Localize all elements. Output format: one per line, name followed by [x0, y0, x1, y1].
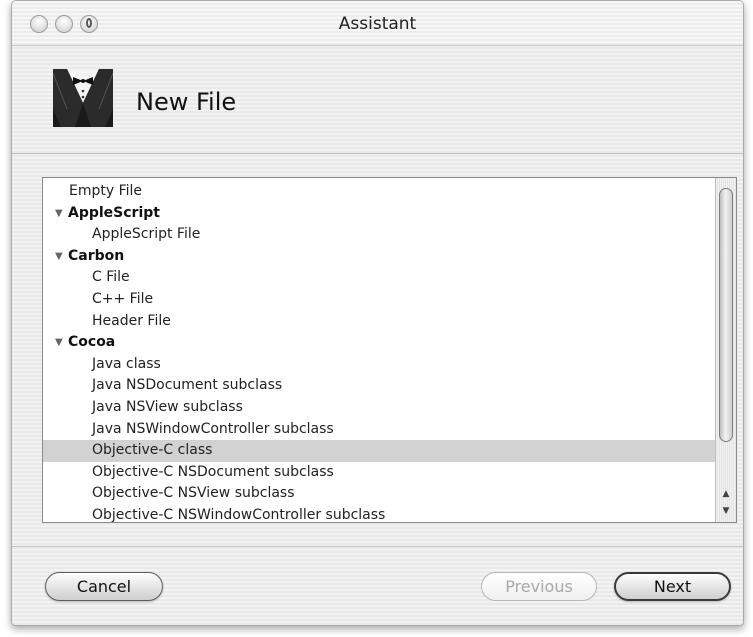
- vertical-scrollbar[interactable]: ▲ ▼: [715, 178, 736, 522]
- list-item-label: Java NSDocument subclass: [92, 377, 283, 394]
- list-item-label: Objective-C NSWindowController subclass: [92, 506, 386, 523]
- list-item-label: AppleScript File: [92, 226, 201, 243]
- assistant-header: New File: [12, 46, 743, 154]
- list-item-label: Carbon: [68, 247, 125, 264]
- list-item-label: C++ File: [92, 290, 154, 307]
- list-item-label: Java class: [92, 355, 161, 372]
- triangle-down-icon[interactable]: ▼: [55, 246, 68, 268]
- list-item[interactable]: Java NSDocument subclass: [43, 375, 715, 397]
- list-item-label: Cocoa: [68, 334, 116, 351]
- list-item[interactable]: Objective-C class: [43, 440, 715, 462]
- list-item-label: Objective-C NSDocument subclass: [92, 463, 334, 480]
- list-item[interactable]: Empty File: [43, 181, 715, 203]
- list-group-header[interactable]: ▼ Carbon: [43, 246, 715, 268]
- list-item-label: Java NSWindowController subclass: [92, 420, 334, 437]
- cancel-button[interactable]: Cancel: [45, 572, 163, 601]
- list-item-label: Java NSView subclass: [92, 398, 243, 415]
- list-item-label: Objective-C class: [92, 442, 213, 459]
- file-type-list[interactable]: Empty File ▼ AppleScript AppleScript File ▼ C…: [42, 177, 737, 523]
- list-item[interactable]: C File: [43, 267, 715, 289]
- list-item[interactable]: Objective-C NSView subclass: [43, 483, 715, 505]
- scroll-thumb[interactable]: [719, 188, 733, 442]
- title-bar[interactable]: Assistant: [12, 1, 743, 46]
- triangle-down-icon[interactable]: ▼: [55, 332, 68, 354]
- list-item-label: Header File: [92, 312, 171, 329]
- list-item[interactable]: C++ File: [43, 289, 715, 311]
- scroll-up-arrow-icon[interactable]: ▲: [717, 486, 735, 503]
- list-item-label: Empty File: [69, 183, 143, 199]
- list-item[interactable]: Objective-C NSDocument subclass: [43, 462, 715, 484]
- tuxedo-icon: [53, 69, 113, 127]
- list-group-header[interactable]: ▼ AppleScript: [43, 203, 715, 225]
- list-item[interactable]: AppleScript File: [43, 224, 715, 246]
- list-item-label: Objective-C NSView subclass: [92, 485, 295, 502]
- list-item[interactable]: Header File: [43, 311, 715, 333]
- previous-button[interactable]: Previous: [481, 572, 597, 601]
- file-type-list-rows: Empty File ▼ AppleScript AppleScript File ▼ C…: [43, 181, 715, 523]
- list-item-label: AppleScript: [68, 204, 160, 221]
- list-item[interactable]: Java class: [43, 354, 715, 376]
- footer-divider: [12, 546, 743, 547]
- list-group-header[interactable]: ▼ Cocoa: [43, 332, 715, 354]
- list-item-label: C File: [92, 269, 130, 286]
- window-title: Assistant: [338, 14, 417, 34]
- next-button[interactable]: Next: [614, 572, 731, 601]
- list-item[interactable]: Java NSWindowController subclass: [43, 419, 715, 441]
- triangle-down-icon[interactable]: ▼: [55, 203, 68, 225]
- list-item[interactable]: Java NSView subclass: [43, 397, 715, 419]
- assistant-window: Assistant New File Empty File ▼ AppleScrip…: [11, 0, 744, 626]
- scroll-down-arrow-icon[interactable]: ▼: [717, 503, 735, 520]
- page-title: New File: [136, 88, 237, 116]
- list-item[interactable]: Objective-C NSWindowController subclass: [43, 505, 715, 523]
